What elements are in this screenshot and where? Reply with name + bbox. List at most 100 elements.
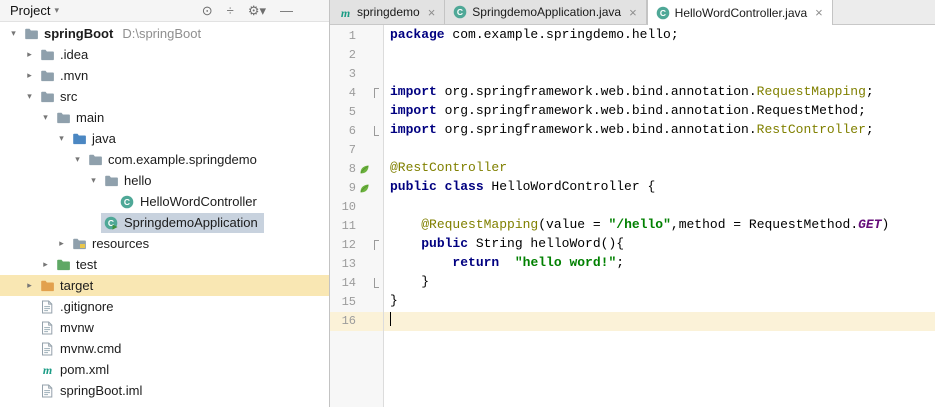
tree-item--mvn[interactable]: ▸ .mvn	[0, 65, 329, 86]
chevron-collapsed-icon[interactable]: ▸	[22, 70, 37, 81]
code-line-5[interactable]: import org.springframework.web.bind.anno…	[384, 103, 935, 122]
code-column[interactable]: package com.example.springdemo.hello; imp…	[384, 25, 935, 407]
gutter-row[interactable]: 16	[330, 312, 383, 331]
tree-item-java[interactable]: ▾ java	[0, 128, 329, 149]
spring-bean-icon[interactable]	[356, 160, 372, 179]
gutter-row[interactable]: 5	[330, 103, 383, 122]
code-line-14[interactable]: }	[384, 274, 935, 293]
gutter-row[interactable]: 7	[330, 141, 383, 160]
tree-item-mvnw[interactable]: mvnw	[0, 317, 329, 338]
fold-start-icon[interactable]	[372, 236, 382, 255]
code-line-6[interactable]: import org.springframework.web.bind.anno…	[384, 122, 935, 141]
gutter-row[interactable]: 12	[330, 236, 383, 255]
tab-close-icon[interactable]: ×	[629, 6, 637, 19]
tree-item-hellowordcontroller[interactable]: C HelloWordController	[0, 191, 329, 212]
tree-item-label-box[interactable]: src	[37, 87, 83, 107]
code-line-3[interactable]	[384, 65, 935, 84]
tree-item-test[interactable]: ▸ test	[0, 254, 329, 275]
tree-item-main[interactable]: ▾ main	[0, 107, 329, 128]
chevron-expanded-icon[interactable]: ▾	[54, 133, 69, 144]
code-line-11[interactable]: @RequestMapping(value = "/hello",method …	[384, 217, 935, 236]
tree-item-label-box[interactable]: C SpringdemoApplication	[101, 212, 264, 233]
tree-item-mvnw-cmd[interactable]: mvnw.cmd	[0, 338, 329, 359]
code-line-13[interactable]: return "hello word!";	[384, 255, 935, 274]
tree-item-label-box[interactable]: springBoot D:\springBoot	[21, 24, 207, 44]
editor-gutter[interactable]: 1 2 3 4 5 6 7 8 9 10 11 12 13 14 15 16	[330, 25, 384, 407]
tree-item-label-box[interactable]: resources	[69, 234, 155, 254]
chevron-expanded-icon[interactable]: ▾	[70, 154, 85, 165]
gutter-row[interactable]: 8	[330, 160, 383, 179]
tree-item-label-box[interactable]: main	[53, 108, 110, 128]
gutter-row[interactable]: 2	[330, 46, 383, 65]
tree-item--idea[interactable]: ▸ .idea	[0, 44, 329, 65]
fold-end-icon[interactable]	[372, 122, 382, 141]
fold-start-icon[interactable]	[372, 84, 382, 103]
tab-close-icon[interactable]: ×	[815, 6, 823, 19]
code-line-12[interactable]: public String helloWord(){	[384, 236, 935, 255]
tree-item-label-box[interactable]: springBoot.iml	[37, 381, 148, 401]
chevron-expanded-icon[interactable]: ▾	[22, 91, 37, 102]
tree-item-src[interactable]: ▾ src	[0, 86, 329, 107]
tree-item-hello[interactable]: ▾ hello	[0, 170, 329, 191]
code-line-4[interactable]: import org.springframework.web.bind.anno…	[384, 84, 935, 103]
gutter-row[interactable]: 9	[330, 179, 383, 198]
tree-item-label-box[interactable]	[37, 402, 66, 407]
gutter-row[interactable]: 15	[330, 293, 383, 312]
tree-item-label-box[interactable]: .mvn	[37, 66, 94, 86]
hide-panel-icon[interactable]: —	[280, 4, 293, 17]
collapse-all-icon[interactable]: ÷	[227, 4, 234, 17]
chevron-expanded-icon[interactable]: ▾	[38, 112, 53, 123]
gutter-row[interactable]: 1	[330, 27, 383, 46]
tree-item-springdemoapplication[interactable]: C SpringdemoApplication	[0, 212, 329, 233]
tree-item-label-box[interactable]: target	[37, 276, 99, 296]
gutter-row[interactable]: 13	[330, 255, 383, 274]
chevron-collapsed-icon[interactable]: ▸	[38, 259, 53, 270]
code-line-15[interactable]: }	[384, 293, 935, 312]
tree-item-label-box[interactable]: .idea	[37, 45, 94, 65]
gutter-row[interactable]: 10	[330, 198, 383, 217]
tree-item-label-box[interactable]: mvnw.cmd	[37, 339, 127, 359]
tree-item-label-box[interactable]: com.example.springdemo	[85, 150, 263, 170]
chevron-collapsed-icon[interactable]: ▸	[54, 238, 69, 249]
chevron-expanded-icon[interactable]: ▾	[6, 28, 21, 39]
tree-item-springboot[interactable]: ▾ springBoot D:\springBoot	[0, 23, 329, 44]
code-line-9[interactable]: public class HelloWordController {	[384, 179, 935, 198]
tree-item-springboot-iml[interactable]: springBoot.iml	[0, 380, 329, 401]
chevron-expanded-icon[interactable]: ▾	[86, 175, 101, 186]
tree-item-label-box[interactable]: test	[53, 255, 103, 275]
tree-item-partial[interactable]	[0, 401, 329, 407]
tab-hellowordcontroller-java[interactable]: C HelloWordController.java ×	[646, 0, 833, 25]
tree-item-resources[interactable]: ▸ resources	[0, 233, 329, 254]
tree-item-com-example-springdemo[interactable]: ▾ com.example.springdemo	[0, 149, 329, 170]
code-area[interactable]: 1 2 3 4 5 6 7 8 9 10 11 12 13 14 15 16 package com.exam…	[330, 25, 935, 407]
tree-item-label-box[interactable]: hello	[101, 171, 157, 191]
code-line-8[interactable]: @RestController	[384, 160, 935, 179]
tree-item-label-box[interactable]: C HelloWordController	[117, 192, 263, 212]
settings-gear-icon[interactable]: ⚙▾	[248, 4, 266, 17]
chevron-collapsed-icon[interactable]: ▸	[22, 280, 37, 291]
code-line-1[interactable]: package com.example.springdemo.hello;	[384, 27, 935, 46]
fold-end-icon[interactable]	[372, 274, 382, 293]
tree-item-label-box[interactable]: java	[69, 129, 122, 149]
code-line-16[interactable]	[384, 312, 935, 331]
gutter-row[interactable]: 11	[330, 217, 383, 236]
gutter-row[interactable]: 3	[330, 65, 383, 84]
project-panel-title[interactable]: Project	[10, 3, 50, 18]
tree-item-label-box[interactable]: m pom.xml	[37, 360, 115, 380]
code-line-7[interactable]	[384, 141, 935, 160]
tree-item--gitignore[interactable]: .gitignore	[0, 296, 329, 317]
code-line-10[interactable]	[384, 198, 935, 217]
gutter-row[interactable]: 14	[330, 274, 383, 293]
gutter-row[interactable]: 4	[330, 84, 383, 103]
tree-item-label-box[interactable]: .gitignore	[37, 297, 119, 317]
tab-close-icon[interactable]: ×	[428, 6, 436, 19]
locate-icon[interactable]: ⊙	[202, 4, 213, 17]
tree-item-target[interactable]: ▸ target	[0, 275, 329, 296]
code-line-2[interactable]	[384, 46, 935, 65]
chevron-collapsed-icon[interactable]: ▸	[22, 49, 37, 60]
chevron-down-icon[interactable]: ▾	[54, 5, 59, 16]
tab-springdemoapplication-java[interactable]: C SpringdemoApplication.java ×	[445, 0, 647, 24]
spring-bean-icon[interactable]	[356, 179, 372, 198]
tree-item-pom-xml[interactable]: m pom.xml	[0, 359, 329, 380]
tab-springdemo[interactable]: m springdemo ×	[330, 0, 446, 24]
